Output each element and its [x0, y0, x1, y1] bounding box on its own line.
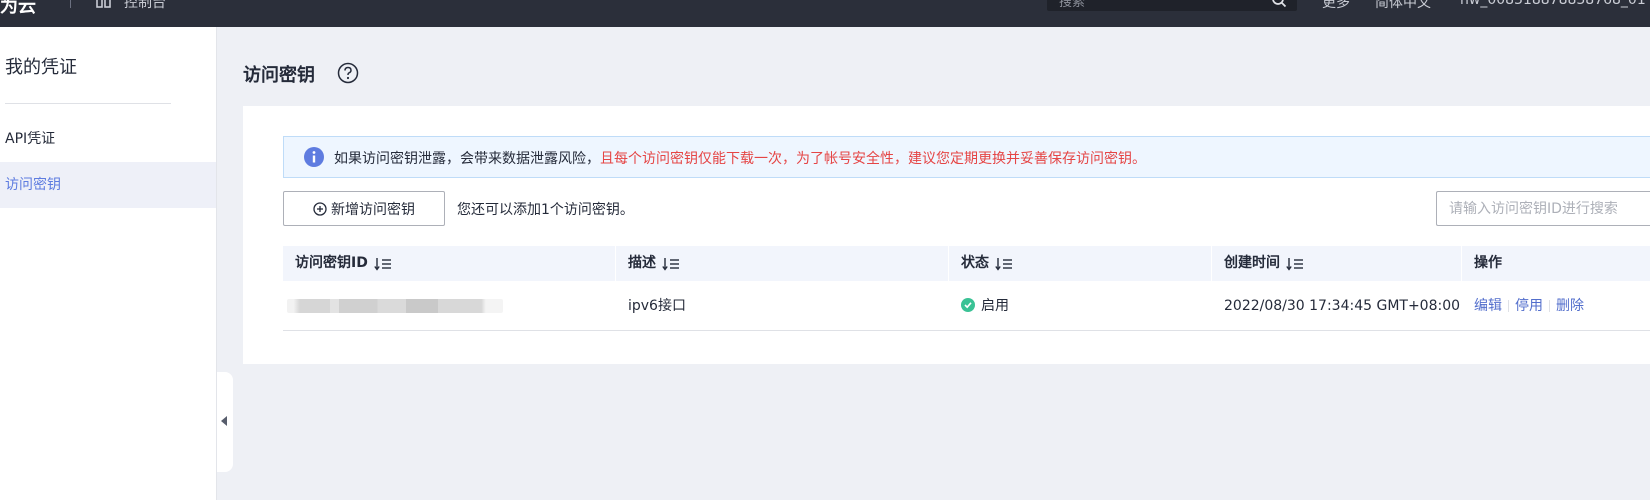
- column-separator: [948, 246, 949, 281]
- sort-icon[interactable]: [1286, 257, 1304, 271]
- status-label: 启用: [981, 298, 1009, 314]
- sort-icon[interactable]: [995, 257, 1013, 271]
- sort-icon[interactable]: [374, 257, 392, 271]
- column-separator: [1461, 246, 1462, 281]
- access-key-search-input[interactable]: [1436, 191, 1650, 226]
- plus-circle-icon: [313, 201, 327, 216]
- sort-icon[interactable]: [662, 257, 680, 271]
- search-icon[interactable]: [1271, 0, 1287, 8]
- cell-actions: 编辑 停用 删除: [1474, 281, 1584, 331]
- column-separator: [615, 246, 616, 281]
- column-header-label: 创建时间: [1224, 255, 1280, 271]
- brand-logo[interactable]: 为云: [0, 0, 36, 18]
- table-row: ipv6接口 启用 2022/08/30 17:34:45 GMT+08:00 …: [283, 281, 1650, 331]
- more-menu[interactable]: 更多: [1322, 0, 1350, 12]
- notice-text-normal: 如果访问密钥泄露，会带来数据泄露风险，: [334, 151, 600, 167]
- notice-text: 如果访问密钥泄露，会带来数据泄露风险，且每个访问密钥仅能下载一次，为了帐号安全性…: [334, 148, 1146, 168]
- column-header-key-id[interactable]: 访问密钥ID: [295, 246, 392, 281]
- caret-left-icon: [221, 416, 227, 426]
- sidebar-collapse-handle[interactable]: [217, 372, 233, 472]
- cell-created-time: 2022/08/30 17:34:45 GMT+08:00: [1224, 298, 1461, 314]
- sidebar-title: 我的凭证: [5, 57, 77, 78]
- column-header-actions: 操作: [1474, 246, 1502, 281]
- disable-link[interactable]: 停用: [1515, 298, 1543, 314]
- table-header: 访问密钥ID 描述 状态 创建时间 操作: [283, 246, 1650, 281]
- edit-link[interactable]: 编辑: [1474, 298, 1502, 314]
- grid-icon[interactable]: [96, 0, 112, 8]
- info-icon: [304, 147, 324, 167]
- column-header-created[interactable]: 创建时间: [1224, 246, 1304, 281]
- column-header-label: 访问密钥ID: [295, 255, 368, 271]
- cell-description: ipv6接口: [628, 298, 686, 314]
- delete-link[interactable]: 删除: [1556, 298, 1584, 314]
- masked-access-key-id: [287, 299, 503, 313]
- add-access-key-button[interactable]: 新增访问密钥: [283, 191, 445, 226]
- language-menu[interactable]: 简体中文: [1375, 0, 1431, 12]
- sidebar: 我的凭证 API凭证 访问密钥: [0, 27, 217, 500]
- column-header-label: 操作: [1474, 255, 1502, 271]
- column-header-label: 描述: [628, 255, 656, 271]
- page-title: 访问密钥: [243, 65, 315, 86]
- action-separator: [1508, 300, 1509, 312]
- column-header-description[interactable]: 描述: [628, 246, 680, 281]
- notice-text-warning: 且每个访问密钥仅能下载一次，为了帐号安全性，建议您定期更换并妥善保存访问密钥。: [600, 151, 1146, 167]
- cell-status: 启用: [961, 281, 1009, 331]
- console-link[interactable]: 控制台: [124, 0, 166, 12]
- account-menu[interactable]: hw_008318878838768_01: [1460, 0, 1646, 8]
- column-separator: [1211, 246, 1212, 281]
- column-header-label: 状态: [961, 255, 989, 271]
- question-circle-icon[interactable]: [337, 62, 359, 84]
- quota-text: 您还可以添加1个访问密钥。: [457, 202, 634, 218]
- action-separator: [1549, 300, 1550, 312]
- global-search-placeholder: 搜索: [1059, 0, 1086, 10]
- check-circle-icon: [961, 298, 975, 312]
- global-search[interactable]: 搜索: [1047, 0, 1297, 11]
- topbar-divider: [70, 0, 71, 8]
- add-access-key-label: 新增访问密钥: [331, 201, 415, 218]
- access-key-card: 如果访问密钥泄露，会带来数据泄露风险，且每个访问密钥仅能下载一次，为了帐号安全性…: [243, 106, 1650, 364]
- column-header-status[interactable]: 状态: [961, 246, 1013, 281]
- top-navbar: 为云 控制台 搜索 更多 简体中文 hw_008318878838768_01: [0, 0, 1650, 27]
- sidebar-divider: [5, 103, 171, 104]
- sidebar-item-access-keys[interactable]: 访问密钥: [0, 162, 216, 208]
- sidebar-item-api-credentials[interactable]: API凭证: [0, 116, 216, 162]
- security-notice: 如果访问密钥泄露，会带来数据泄露风险，且每个访问密钥仅能下载一次，为了帐号安全性…: [283, 136, 1650, 178]
